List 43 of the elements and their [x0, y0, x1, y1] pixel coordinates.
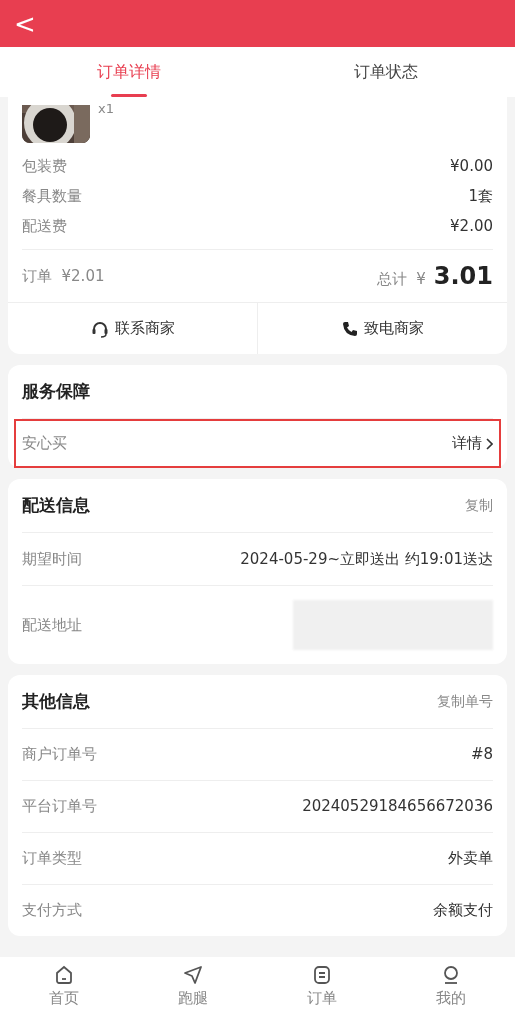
- row-value: 余额支付: [433, 900, 493, 922]
- nav-item[interactable]: 首页: [0, 957, 129, 1024]
- row-label: 配送地址: [22, 614, 82, 636]
- contact-button[interactable]: 联系商家: [8, 303, 257, 354]
- row-label: 安心买: [22, 433, 67, 455]
- copy-button[interactable]: 复制: [465, 495, 493, 516]
- section-title: 其他信息: [22, 689, 90, 713]
- order-amount-text: 订单 ¥2.01: [22, 265, 105, 287]
- fee-label: 配送费: [22, 215, 67, 237]
- contact-button[interactable]: 致电商家: [257, 303, 507, 354]
- section-title: 配送信息: [22, 493, 90, 517]
- section-title: 服务保障: [22, 379, 90, 403]
- fee-label: 包装费: [22, 155, 67, 177]
- copy-button[interactable]: 复制单号: [437, 691, 493, 712]
- tab[interactable]: 订单详情: [0, 47, 258, 97]
- fee-value: 1套: [468, 185, 493, 207]
- phone-icon: [341, 320, 358, 337]
- fee-value: ¥0.00: [450, 155, 493, 177]
- row-label: 期望时间: [22, 548, 82, 570]
- row-value: 外卖单: [448, 848, 493, 870]
- row-value: #8: [470, 744, 493, 766]
- row-value: 2024-05-29~立即送出 约19:01送达: [240, 548, 493, 570]
- fee-label: 餐具数量: [22, 185, 82, 207]
- quantity-text: x1: [98, 100, 114, 118]
- back-button[interactable]: <: [14, 10, 36, 37]
- document-icon: [311, 965, 332, 985]
- row-label: 支付方式: [22, 900, 82, 922]
- row-value: 20240529184656672036: [302, 796, 493, 818]
- nav-item[interactable]: 我的: [386, 957, 515, 1024]
- tab[interactable]: 订单状态: [257, 47, 515, 97]
- home-icon: [54, 965, 75, 985]
- fee-value: ¥2.00: [450, 215, 493, 237]
- nav-item[interactable]: 订单: [257, 957, 387, 1024]
- nav-item[interactable]: 跑腿: [128, 957, 258, 1024]
- row-label: 平台订单号: [22, 796, 97, 818]
- chevron-right-icon: [486, 437, 493, 450]
- total-label: 总计 ¥: [376, 269, 426, 290]
- send-icon: [183, 965, 204, 985]
- headset-icon: [90, 319, 109, 338]
- row-label: 订单类型: [22, 848, 82, 870]
- row-label: 商户订单号: [22, 744, 97, 766]
- details-link[interactable]: 详情: [452, 432, 493, 455]
- total-amount: 3.01: [433, 261, 493, 292]
